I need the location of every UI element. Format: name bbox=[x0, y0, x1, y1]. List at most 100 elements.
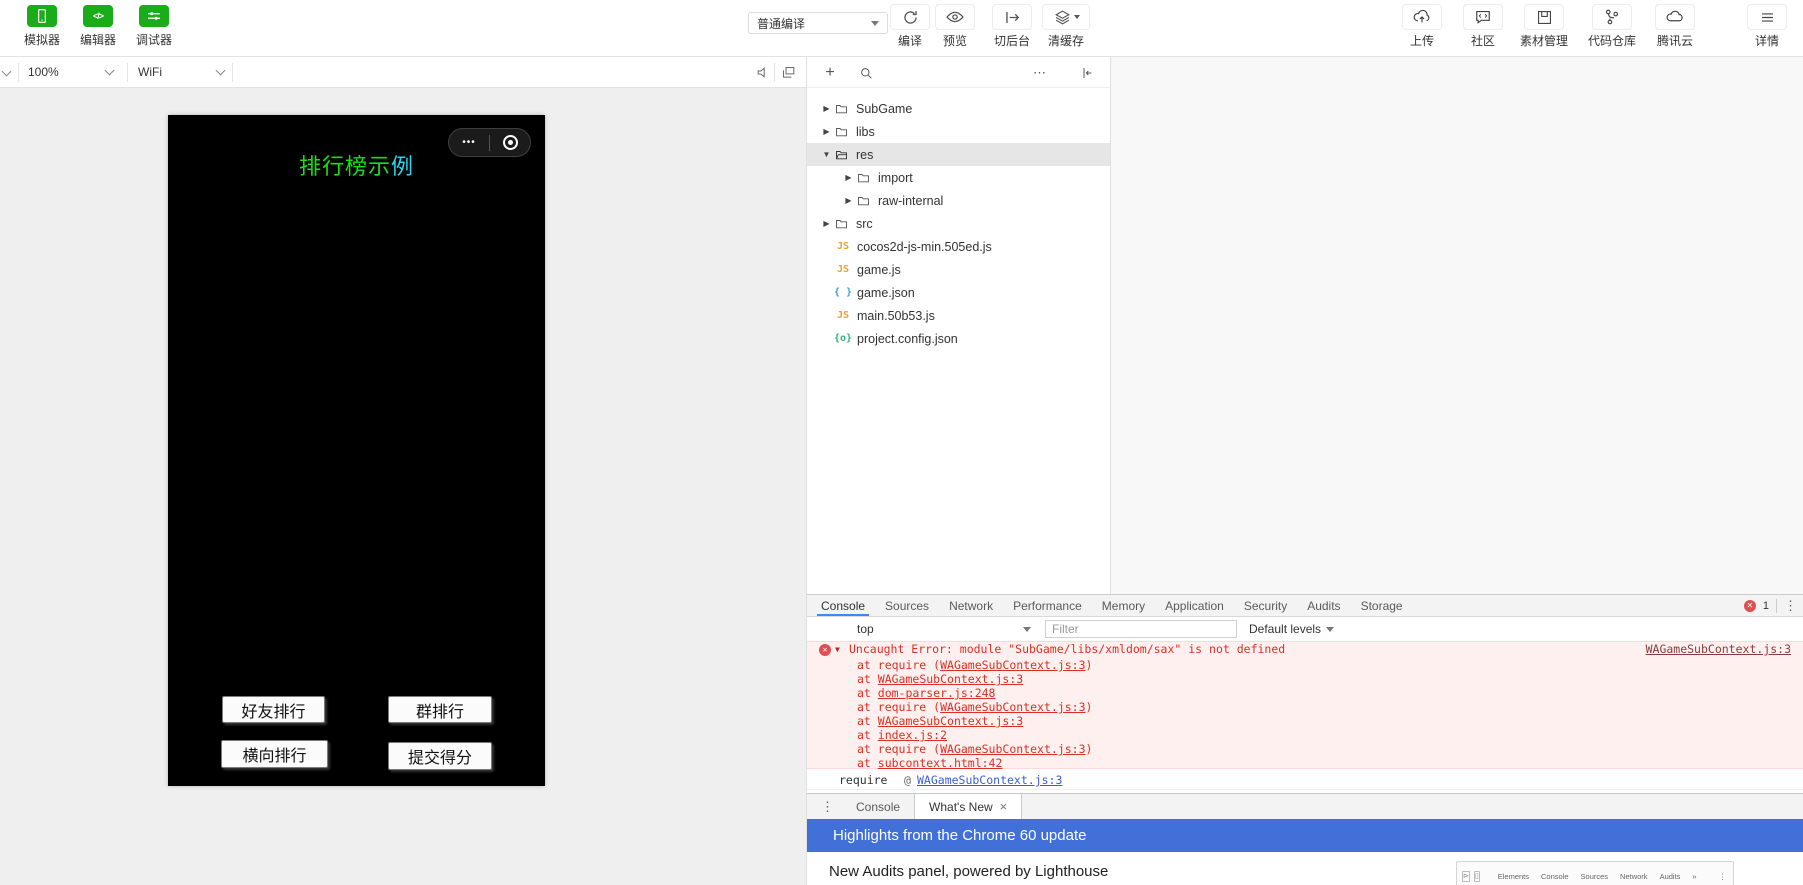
tree-item-label: SubGame bbox=[856, 101, 913, 116]
simulator-controls-bar: 100% WiFi bbox=[0, 57, 806, 88]
footer-source-link[interactable]: WAGameSubContext.js:3 bbox=[917, 773, 1062, 787]
error-source-link[interactable]: WAGameSubContext.js:3 bbox=[1646, 642, 1791, 657]
community-label: 社区 bbox=[1470, 34, 1495, 48]
stack-text: at require ( bbox=[857, 700, 941, 714]
upload-button[interactable]: 上传 bbox=[1398, 4, 1446, 49]
tab-network[interactable]: Network bbox=[939, 595, 1003, 616]
execution-context-select[interactable]: top bbox=[851, 620, 1037, 638]
phone-screen: 排行榜示例 ••• 好友排行 群排行 横向排行 提交得分 bbox=[168, 115, 545, 786]
drawer-tab-whats-new[interactable]: What's New × bbox=[914, 794, 1023, 819]
tree-item-project-config[interactable]: {o} project.config.json bbox=[807, 327, 1110, 350]
close-icon[interactable]: × bbox=[1000, 799, 1008, 814]
console-toolbar: top Default levels bbox=[807, 617, 1803, 658]
compile-mode-select[interactable]: 普通编译 bbox=[748, 12, 888, 34]
search-icon[interactable] bbox=[855, 62, 877, 84]
error-count-icon[interactable]: ✕ bbox=[1743, 600, 1756, 612]
mini-tab-sources: Sources bbox=[1580, 871, 1609, 881]
tree-item-res[interactable]: ▼ res bbox=[807, 143, 1110, 166]
stack-link[interactable]: index.js:2 bbox=[878, 728, 947, 742]
compile-button[interactable]: 编译 bbox=[886, 4, 934, 49]
preview-button[interactable]: 预览 bbox=[931, 4, 979, 49]
horizontal-ranking-button[interactable]: 横向排行 bbox=[221, 740, 328, 768]
tree-item-raw-internal[interactable]: ▶ raw-internal bbox=[807, 189, 1110, 212]
mini-tab-audits: Audits bbox=[1659, 871, 1681, 881]
network-value: WiFi bbox=[138, 65, 162, 79]
tree-item-src[interactable]: ▶ src bbox=[807, 212, 1110, 235]
debugger-button[interactable]: 调试器 bbox=[126, 5, 182, 48]
folder-icon bbox=[856, 194, 873, 208]
tab-security[interactable]: Security bbox=[1234, 595, 1297, 616]
window-mode-icon[interactable] bbox=[777, 61, 799, 83]
tree-item-main-js[interactable]: JS main.50b53.js bbox=[807, 304, 1110, 327]
drawer-tab-console[interactable]: Console bbox=[842, 794, 914, 819]
tab-memory[interactable]: Memory bbox=[1092, 595, 1155, 616]
tab-performance[interactable]: Performance bbox=[1003, 595, 1092, 616]
switch-background-label: 切后台 bbox=[993, 34, 1030, 48]
filter-input[interactable] bbox=[1045, 620, 1237, 638]
tree-item-label: res bbox=[856, 147, 874, 162]
stack-text: at bbox=[857, 728, 878, 742]
expand-triangle-icon[interactable]: ▼ bbox=[835, 642, 840, 657]
stack-link[interactable]: WAGameSubContext.js:3 bbox=[940, 658, 1085, 672]
tree-item-subgame[interactable]: ▶ SubGame bbox=[807, 97, 1110, 120]
log-levels-select[interactable]: Default levels bbox=[1249, 620, 1335, 638]
tree-item-game-js[interactable]: JS game.js bbox=[807, 258, 1110, 281]
clear-cache-button[interactable]: 清缓存 bbox=[1039, 4, 1093, 49]
chevron-right-icon: ▶ bbox=[823, 127, 830, 136]
repository-button[interactable]: 代码仓库 bbox=[1584, 4, 1640, 49]
devtools-menu-icon[interactable]: ⋮ bbox=[1784, 598, 1797, 614]
stack-frame: at dom-parser.js:248 bbox=[807, 686, 1803, 700]
mini-tab-console: Console bbox=[1541, 871, 1569, 881]
tree-item-game-json[interactable]: { } game.json bbox=[807, 281, 1110, 304]
stack-link[interactable]: WAGameSubContext.js:3 bbox=[878, 714, 1023, 728]
tab-console[interactable]: Console bbox=[811, 595, 875, 616]
device-select-chevron-icon[interactable] bbox=[1, 66, 12, 77]
capsule-exit-button[interactable] bbox=[490, 135, 530, 150]
at-symbol: @ bbox=[904, 773, 911, 787]
tree-item-label: project.config.json bbox=[857, 331, 958, 346]
stack-text: at bbox=[857, 686, 878, 700]
tab-audits[interactable]: Audits bbox=[1297, 595, 1350, 616]
editor-button[interactable]: </> 编辑器 bbox=[70, 5, 126, 48]
community-button[interactable]: 社区 bbox=[1459, 4, 1507, 49]
tab-storage[interactable]: Storage bbox=[1351, 595, 1413, 616]
stack-link[interactable]: dom-parser.js:248 bbox=[878, 686, 996, 700]
switch-background-button[interactable]: 切后台 bbox=[986, 4, 1038, 49]
stack-link[interactable]: subcontext.html:42 bbox=[878, 756, 1003, 770]
zoom-value: 100% bbox=[28, 65, 59, 79]
stack-link[interactable]: WAGameSubContext.js:3 bbox=[940, 742, 1085, 756]
tab-application[interactable]: Application bbox=[1155, 595, 1234, 616]
console-error-message: ✕ ▼ Uncaught Error: module "SubGame/libs… bbox=[807, 641, 1803, 770]
tree-item-import[interactable]: ▶ import bbox=[807, 166, 1110, 189]
tab-sources[interactable]: Sources bbox=[875, 595, 939, 616]
submit-score-button[interactable]: 提交得分 bbox=[388, 742, 492, 770]
stack-link[interactable]: WAGameSubContext.js:3 bbox=[940, 700, 1085, 714]
tencent-cloud-button[interactable]: 腾讯云 bbox=[1651, 4, 1699, 49]
drawer-menu-icon[interactable]: ⋮ bbox=[821, 799, 834, 815]
divider bbox=[774, 63, 775, 82]
tree-item-label: main.50b53.js bbox=[857, 308, 935, 323]
more-icon[interactable]: ⋯ bbox=[1029, 62, 1051, 84]
stack-text: at require ( bbox=[857, 658, 941, 672]
tree-item-libs[interactable]: ▶ libs bbox=[807, 120, 1110, 143]
collapse-panel-icon[interactable] bbox=[1075, 62, 1097, 84]
group-ranking-button[interactable]: 群排行 bbox=[388, 696, 492, 723]
context-value: top bbox=[857, 622, 874, 636]
capsule-more-button[interactable]: ••• bbox=[449, 137, 489, 148]
stack-link[interactable]: WAGameSubContext.js:3 bbox=[878, 672, 1023, 686]
whats-new-banner: Highlights from the Chrome 60 update bbox=[807, 819, 1803, 852]
sound-icon[interactable] bbox=[752, 61, 774, 83]
friend-ranking-button[interactable]: 好友排行 bbox=[222, 696, 325, 723]
tencent-cloud-icon bbox=[1655, 4, 1695, 30]
tencent-cloud-label: 腾讯云 bbox=[1656, 34, 1693, 48]
tree-item-cocos2d-js[interactable]: JS cocos2d-js-min.505ed.js bbox=[807, 235, 1110, 258]
details-button[interactable]: 详情 bbox=[1743, 4, 1791, 49]
simulator-button[interactable]: 模拟器 bbox=[14, 5, 70, 48]
js-file-icon: JS bbox=[836, 264, 850, 275]
add-file-button[interactable]: + bbox=[819, 62, 841, 84]
chevron-down-icon bbox=[871, 20, 879, 26]
divider bbox=[127, 63, 128, 82]
editor-label: 编辑器 bbox=[79, 33, 116, 47]
wechat-devtools-window: 模拟器 </> 编辑器 调试器 普通编译 编译 预览 切后台 清缓存 上传 社区… bbox=[0, 0, 1803, 885]
assets-button[interactable]: 素材管理 bbox=[1516, 4, 1572, 49]
